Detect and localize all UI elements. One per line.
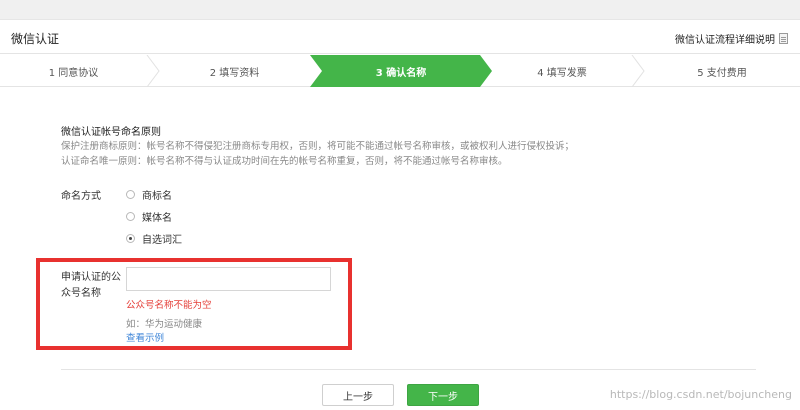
error-message: 公众号名称不能为空 xyxy=(126,300,212,311)
footer-divider xyxy=(61,369,756,370)
radio-option-media[interactable]: 媒体名 xyxy=(126,209,172,224)
step-2: 2 填写资料 xyxy=(209,67,260,79)
radio-option-custom[interactable]: 自选词汇 xyxy=(126,231,182,246)
radio-button[interactable] xyxy=(126,212,135,221)
help-link[interactable]: 微信认证流程详细说明 xyxy=(675,31,788,46)
step-1: 1 同意协议 xyxy=(48,67,99,79)
step-3: 3 确认名称 xyxy=(375,67,427,79)
step-progress: 1 同意协议 2 填写资料 3 确认名称 4 填写发票 5 支付费用 xyxy=(0,55,800,87)
view-example-link[interactable]: 查看示例 xyxy=(126,330,164,344)
page-header: 微信认证 微信认证流程详细说明 xyxy=(0,20,800,54)
radio-label[interactable]: 商标名 xyxy=(142,187,172,202)
account-name-input[interactable] xyxy=(126,267,331,291)
radio-button-checked[interactable] xyxy=(126,234,135,243)
step-4: 4 填写发票 xyxy=(537,67,587,79)
step-5: 5 支付费用 xyxy=(697,67,747,79)
previous-step-button[interactable]: 上一步 xyxy=(322,384,394,406)
radio-button[interactable] xyxy=(126,190,135,199)
account-name-label: 申请认证的公众号名称 xyxy=(61,272,121,299)
radio-option-trademark[interactable]: 商标名 xyxy=(126,187,172,202)
naming-rules-title: 微信认证帐号命名原则 xyxy=(61,127,161,138)
radio-label[interactable]: 自选词汇 xyxy=(142,231,182,246)
top-band xyxy=(0,0,800,20)
step-separator xyxy=(631,55,645,87)
next-step-button[interactable]: 下一步 xyxy=(407,384,479,406)
document-icon[interactable] xyxy=(779,33,788,44)
help-link-label[interactable]: 微信认证流程详细说明 xyxy=(675,31,775,46)
radio-label[interactable]: 媒体名 xyxy=(142,209,172,224)
step-separator xyxy=(146,55,160,87)
rule-unique: 认证命名唯一原则：帐号名称不得与认证成功时间在先的帐号名称重复，否则，将不能通过… xyxy=(61,156,508,167)
watermark: https://blog.csdn.net/bojuncheng xyxy=(609,388,792,401)
input-hint: 如：华为运动健康 xyxy=(126,319,203,330)
naming-method-label: 命名方式 xyxy=(61,191,101,202)
page-title: 微信认证 xyxy=(11,32,60,46)
rule-trademark: 保护注册商标原则：帐号名称不得侵犯注册商标专用权，否则，将可能不能通过帐号名称审… xyxy=(61,141,575,152)
